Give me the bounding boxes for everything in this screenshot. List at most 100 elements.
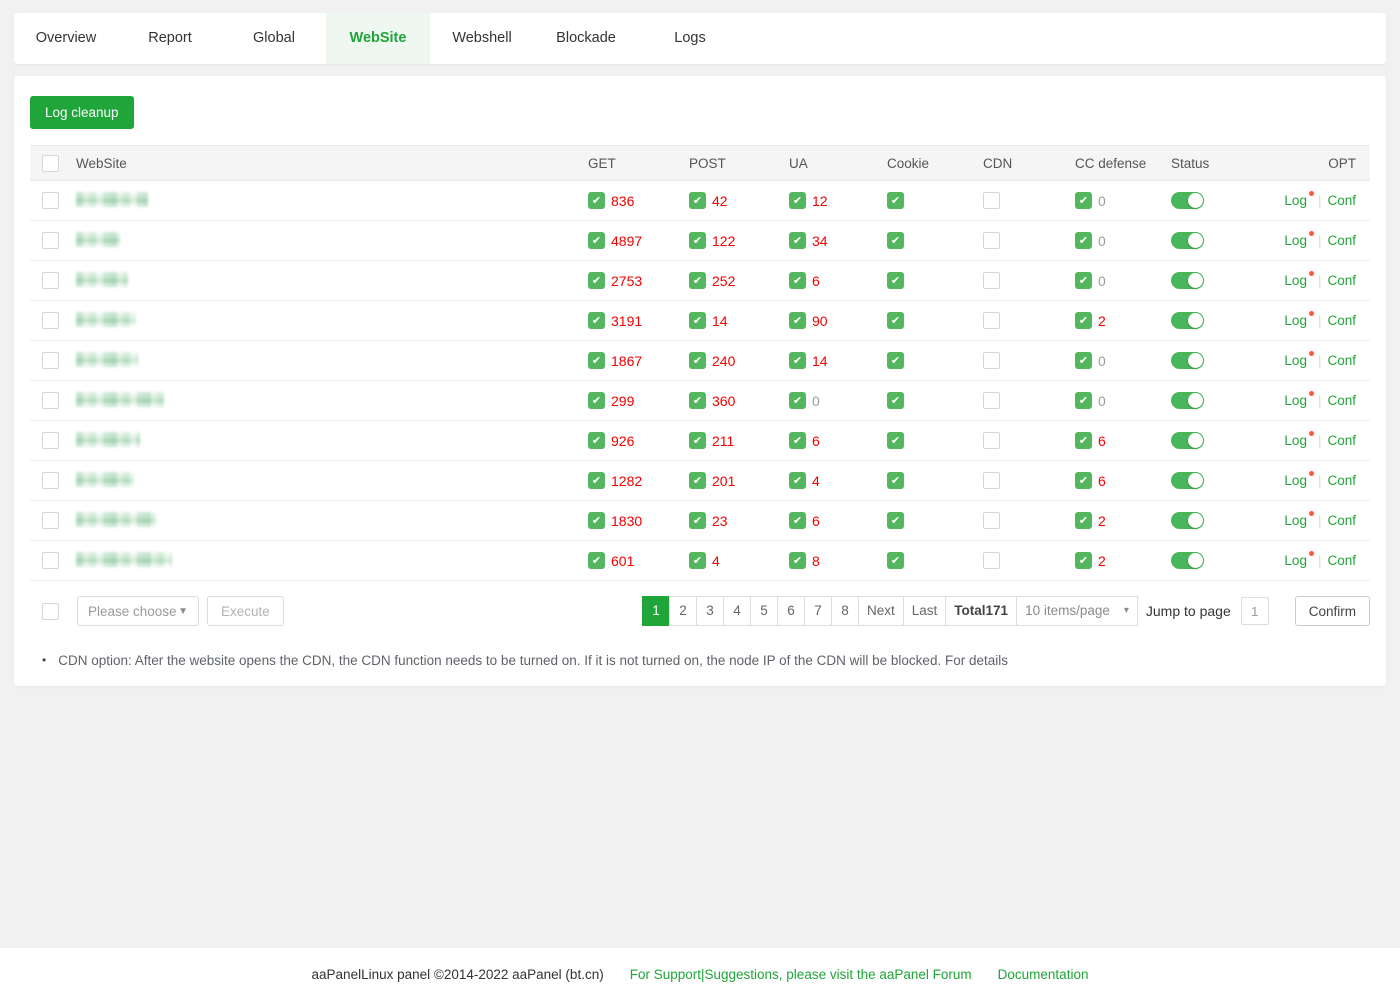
ua-checked-icon[interactable] [789,312,806,329]
get-checked-icon[interactable] [588,352,605,369]
ua-checked-icon[interactable] [789,192,806,209]
row-checkbox[interactable] [42,392,59,409]
post-checked-icon[interactable] [689,432,706,449]
status-toggle-on[interactable] [1171,552,1204,569]
execute-button[interactable]: Execute [207,596,284,626]
conf-link[interactable]: Conf [1327,553,1356,568]
tab-website[interactable]: WebSite [326,13,430,64]
cc-defense-checked-icon[interactable] [1075,232,1092,249]
get-checked-icon[interactable] [588,472,605,489]
website-name-redacted[interactable] [76,512,156,527]
cc-defense-checked-icon[interactable] [1075,272,1092,289]
cc-defense-checked-icon[interactable] [1075,432,1092,449]
conf-link[interactable]: Conf [1327,513,1356,528]
status-toggle-on[interactable] [1171,472,1204,489]
row-checkbox[interactable] [42,472,59,489]
row-checkbox[interactable] [42,192,59,209]
select-all-checkbox[interactable] [42,155,59,172]
log-link[interactable]: Log [1284,393,1314,408]
website-name-redacted[interactable] [76,472,134,487]
row-checkbox[interactable] [42,232,59,249]
status-toggle-on[interactable] [1171,512,1204,529]
batch-select-checkbox[interactable] [42,603,59,620]
website-name-redacted[interactable] [76,392,164,407]
post-checked-icon[interactable] [689,552,706,569]
get-checked-icon[interactable] [588,312,605,329]
cc-defense-checked-icon[interactable] [1075,512,1092,529]
conf-link[interactable]: Conf [1327,473,1356,488]
ua-checked-icon[interactable] [789,472,806,489]
page-button-7[interactable]: 7 [804,596,832,626]
cookie-checked-icon[interactable] [887,312,904,329]
page-button-5[interactable]: 5 [750,596,778,626]
tab-overview[interactable]: Overview [14,13,118,64]
cc-defense-checked-icon[interactable] [1075,312,1092,329]
log-link[interactable]: Log [1284,553,1314,568]
tab-logs[interactable]: Logs [638,13,742,64]
batch-action-select[interactable]: Please choose ▼ [77,596,199,626]
log-link[interactable]: Log [1284,233,1314,248]
row-checkbox[interactable] [42,352,59,369]
cc-defense-checked-icon[interactable] [1075,392,1092,409]
post-checked-icon[interactable] [689,232,706,249]
cc-defense-checked-icon[interactable] [1075,352,1092,369]
cookie-checked-icon[interactable] [887,392,904,409]
tab-report[interactable]: Report [118,13,222,64]
page-button-3[interactable]: 3 [696,596,724,626]
website-name-redacted[interactable] [76,432,140,447]
page-button-6[interactable]: 6 [777,596,805,626]
cookie-checked-icon[interactable] [887,472,904,489]
conf-link[interactable]: Conf [1327,233,1356,248]
cdn-unchecked-checkbox[interactable] [983,312,1000,329]
page-button-2[interactable]: 2 [669,596,697,626]
row-checkbox[interactable] [42,272,59,289]
website-name-redacted[interactable] [76,272,128,287]
status-toggle-on[interactable] [1171,312,1204,329]
tab-webshell[interactable]: Webshell [430,13,534,64]
conf-link[interactable]: Conf [1327,393,1356,408]
ua-checked-icon[interactable] [789,552,806,569]
tab-global[interactable]: Global [222,13,326,64]
page-button-last[interactable]: Last [903,596,947,626]
get-checked-icon[interactable] [588,552,605,569]
cdn-unchecked-checkbox[interactable] [983,552,1000,569]
conf-link[interactable]: Conf [1327,433,1356,448]
conf-link[interactable]: Conf [1327,313,1356,328]
website-name-redacted[interactable] [76,312,136,327]
website-name-redacted[interactable] [76,352,138,367]
cdn-unchecked-checkbox[interactable] [983,232,1000,249]
status-toggle-on[interactable] [1171,432,1204,449]
cookie-checked-icon[interactable] [887,352,904,369]
ua-checked-icon[interactable] [789,432,806,449]
post-checked-icon[interactable] [689,352,706,369]
cookie-checked-icon[interactable] [887,232,904,249]
items-per-page-select[interactable]: 10 items/page▾ [1016,596,1138,626]
log-link[interactable]: Log [1284,273,1314,288]
conf-link[interactable]: Conf [1327,193,1356,208]
conf-link[interactable]: Conf [1327,353,1356,368]
website-name-redacted[interactable] [76,192,148,207]
cookie-checked-icon[interactable] [887,272,904,289]
row-checkbox[interactable] [42,312,59,329]
cdn-unchecked-checkbox[interactable] [983,392,1000,409]
conf-link[interactable]: Conf [1327,273,1356,288]
website-name-redacted[interactable] [76,552,172,567]
ua-checked-icon[interactable] [789,272,806,289]
post-checked-icon[interactable] [689,472,706,489]
log-link[interactable]: Log [1284,193,1314,208]
post-checked-icon[interactable] [689,312,706,329]
post-checked-icon[interactable] [689,192,706,209]
status-toggle-on[interactable] [1171,192,1204,209]
page-button-4[interactable]: 4 [723,596,751,626]
get-checked-icon[interactable] [588,232,605,249]
post-checked-icon[interactable] [689,512,706,529]
cdn-unchecked-checkbox[interactable] [983,472,1000,489]
website-name-redacted[interactable] [76,232,120,247]
page-button-1[interactable]: 1 [642,596,670,626]
confirm-button[interactable]: Confirm [1295,596,1370,626]
documentation-link[interactable]: Documentation [998,967,1089,982]
log-link[interactable]: Log [1284,513,1314,528]
cc-defense-checked-icon[interactable] [1075,472,1092,489]
cookie-checked-icon[interactable] [887,552,904,569]
get-checked-icon[interactable] [588,512,605,529]
